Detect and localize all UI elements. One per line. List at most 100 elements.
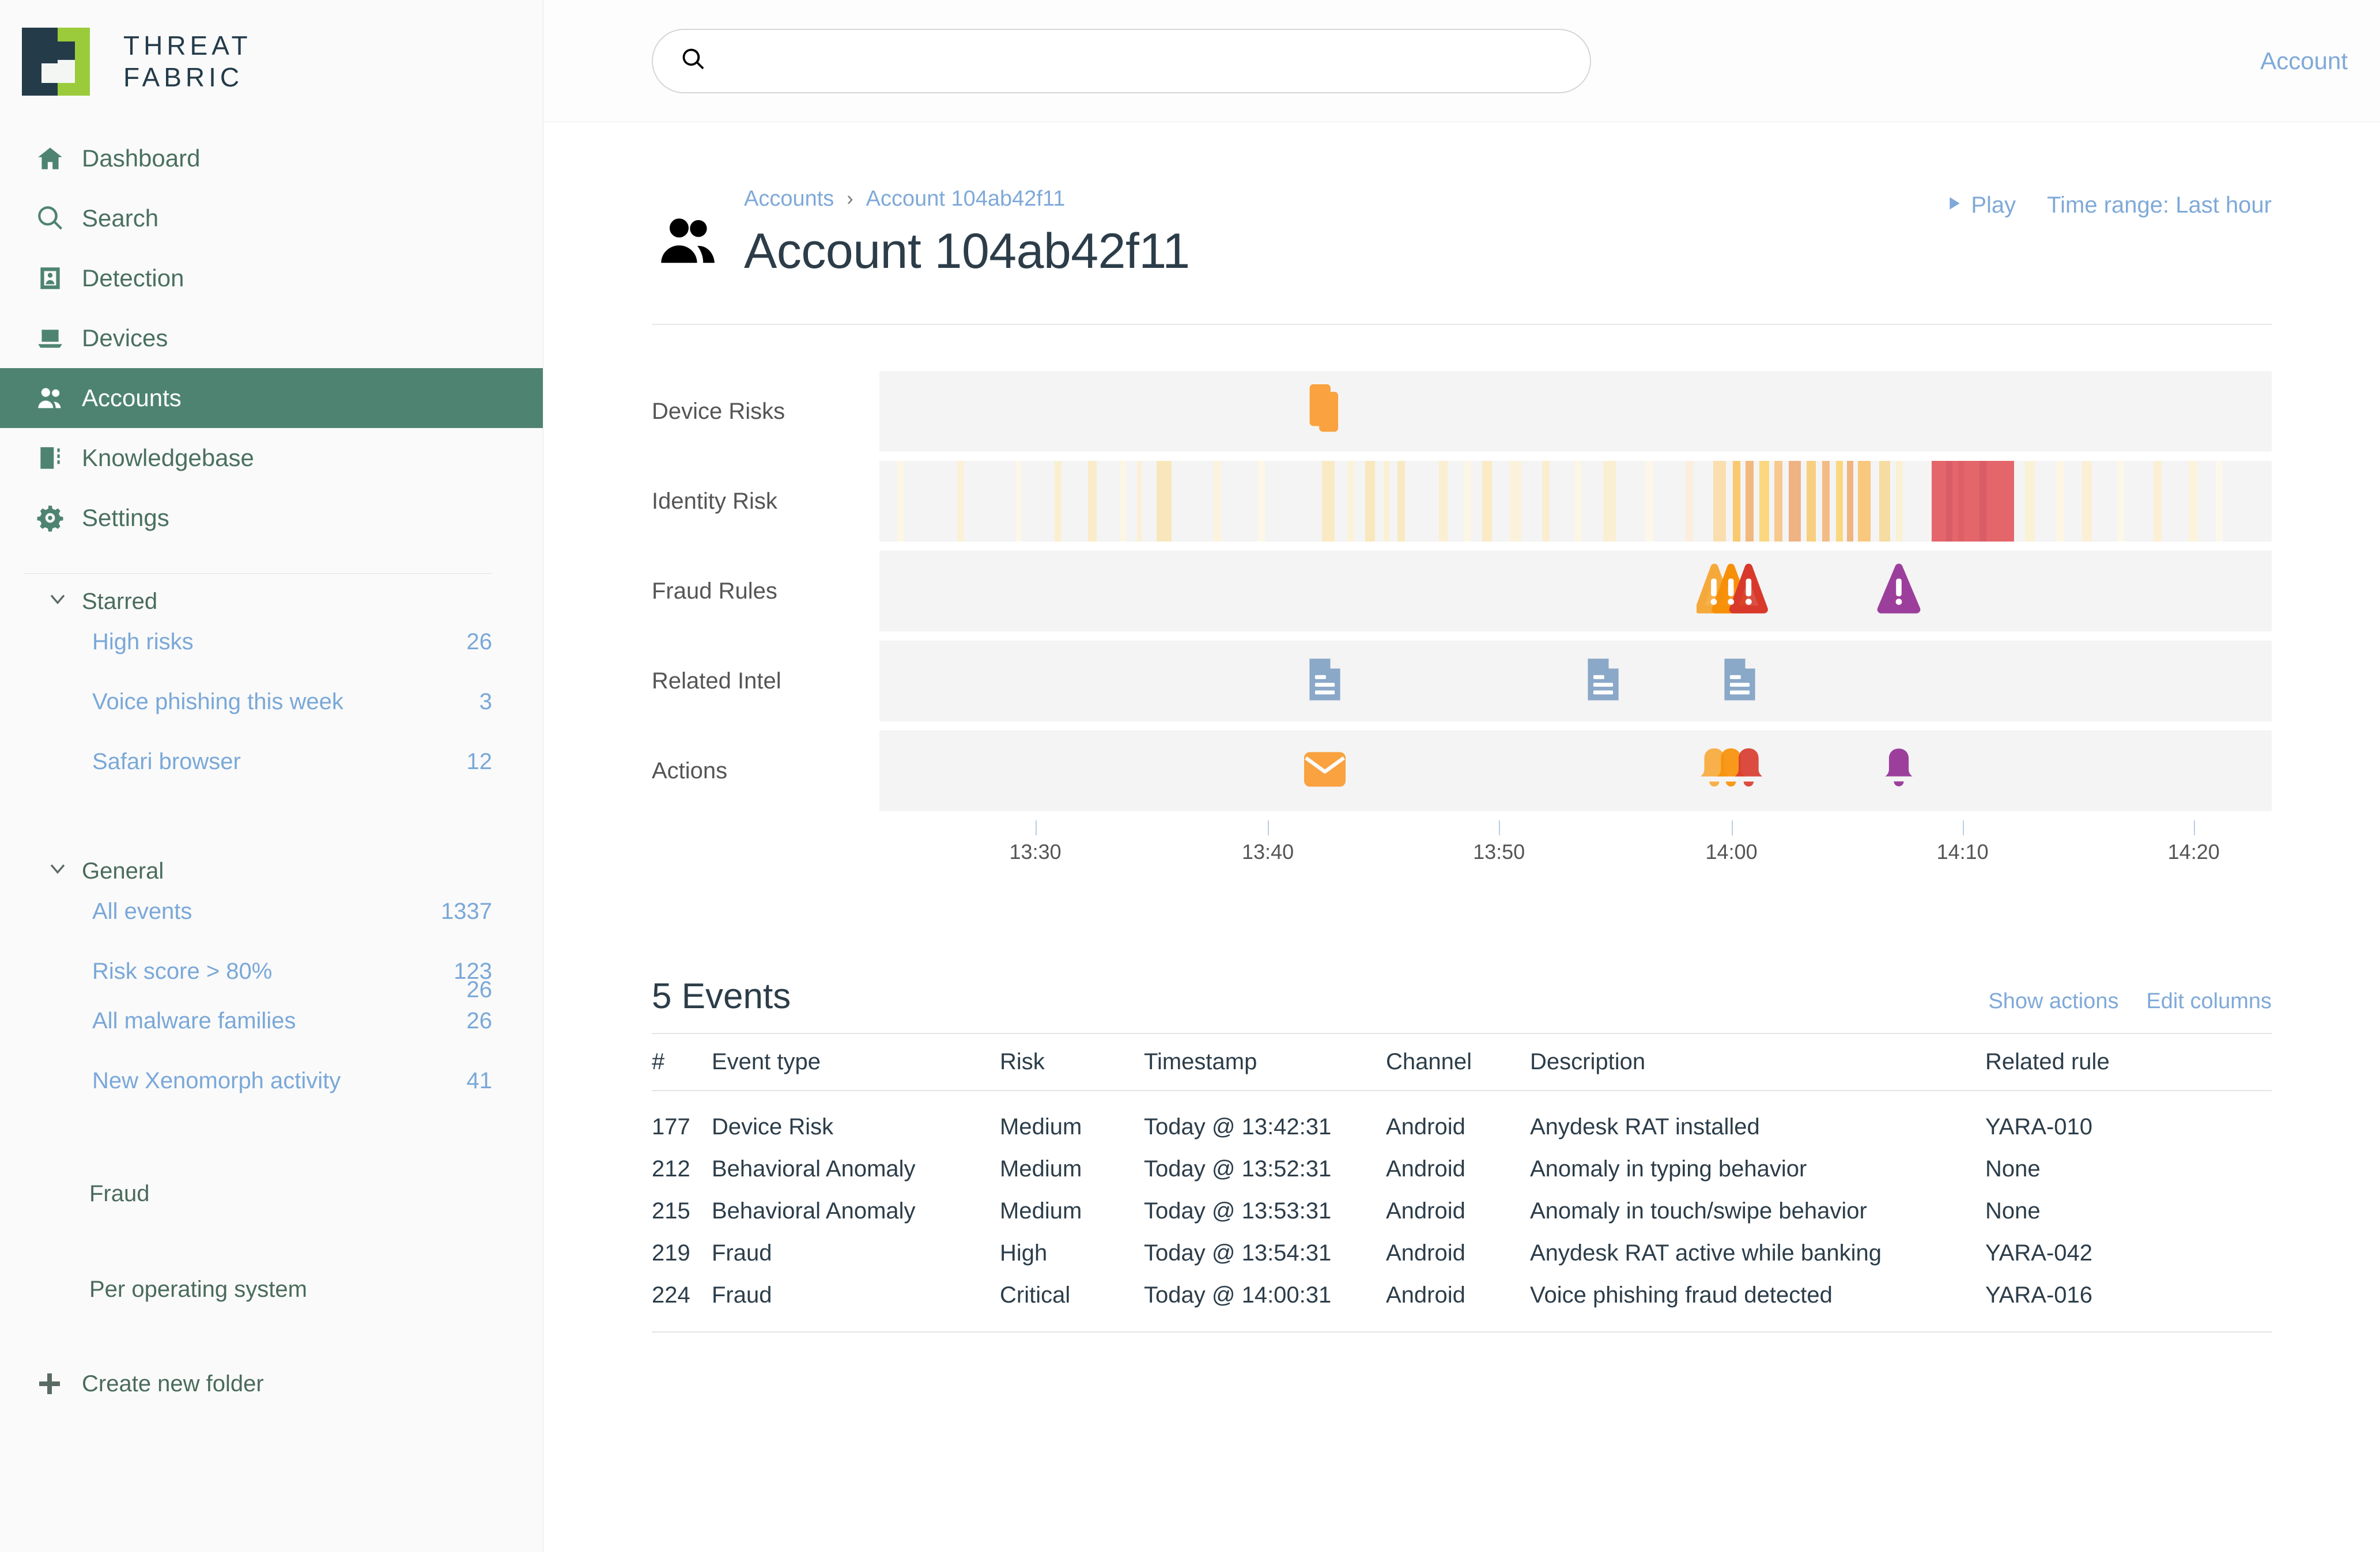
identity-risk-stripe — [1383, 461, 1390, 542]
envelope-icon[interactable] — [1304, 752, 1346, 790]
timeline-track[interactable] — [879, 551, 2272, 631]
brand-wordmark: THREAT FABRIC — [123, 30, 252, 93]
col-header-description[interactable]: Description — [1530, 1033, 1985, 1091]
bell-icon-group[interactable] — [1697, 746, 1783, 796]
app-root: THREAT FABRIC Dashboard Search Detection… — [0, 0, 2380, 1552]
folder-label: High risks — [92, 629, 194, 654]
sidebar-item-accounts[interactable]: Accounts — [0, 368, 543, 428]
sidebar-folder-new-xenomorph-activity[interactable]: New Xenomorph activity 41 — [0, 1068, 543, 1128]
identity-risk-stripe — [1136, 461, 1142, 542]
table-row[interactable]: 212 Behavioral Anomaly Medium Today @ 13:52… — [652, 1148, 2272, 1190]
timeline-track[interactable] — [879, 730, 2272, 811]
show-actions-button[interactable]: Show actions — [1988, 989, 2118, 1014]
cell-risk: Medium — [1000, 1198, 1082, 1224]
cell-related-rule[interactable]: YARA-016 — [1985, 1274, 2272, 1333]
timeline-track[interactable] — [879, 371, 2272, 452]
sidebar-folder-high-risks[interactable]: High risks 26 — [0, 629, 543, 689]
sidebar-label-detection: Detection — [82, 264, 184, 292]
cell-number[interactable]: 224 — [652, 1274, 712, 1333]
sidebar-group-fraud[interactable]: Fraud — [0, 1164, 543, 1224]
threatfabric-logo-icon — [22, 27, 107, 96]
sidebar-folder-all-events[interactable]: All events 1337 — [0, 899, 543, 959]
identity-risk-stripe — [2153, 461, 2162, 542]
identity-risk-stripe — [2056, 461, 2064, 542]
col-header-number[interactable]: # — [652, 1033, 712, 1091]
cell-number[interactable]: 177 — [652, 1091, 712, 1148]
cell-number[interactable]: 212 — [652, 1148, 712, 1190]
create-new-folder-button[interactable]: Create new folder — [0, 1354, 543, 1414]
edit-columns-button[interactable]: Edit columns — [2146, 989, 2272, 1014]
document-icon[interactable] — [1585, 658, 1621, 705]
cell-channel: Android — [1386, 1274, 1530, 1333]
cell-number[interactable]: 219 — [652, 1232, 712, 1274]
sidebar-folder-voice-phishing-this-week[interactable]: Voice phishing this week 3 — [0, 689, 543, 749]
identity-risk-stripe — [1365, 461, 1376, 542]
time-range-selector[interactable]: Time range: Last hour — [2047, 192, 2272, 218]
sidebar-item-dashboard[interactable]: Dashboard — [0, 128, 543, 188]
sidebar-group-label-general: General — [82, 858, 164, 884]
timeline-track[interactable] — [879, 641, 2272, 721]
col-header-related-rule[interactable]: Related rule — [1985, 1033, 2272, 1091]
timeline-row-actions: Actions — [652, 730, 2272, 811]
chevron-down-icon — [45, 586, 76, 617]
identity-risk-stripe — [1685, 461, 1694, 542]
identity-risk-stripe — [1258, 461, 1265, 542]
sidebar-folder-all-malware-families[interactable]: All malware families 26 — [0, 1008, 543, 1068]
timeline-row-label: Device Risks — [652, 398, 785, 424]
table-row[interactable]: 215 Behavioral Anomaly Medium Today @ 13:53… — [652, 1190, 2272, 1232]
axis-tick — [1962, 820, 1964, 835]
col-header-risk[interactable]: Risk — [1000, 1033, 1144, 1091]
col-header-timestamp[interactable]: Timestamp — [1144, 1033, 1386, 1091]
cell-description: Anomaly in typing behavior — [1530, 1156, 1807, 1182]
col-header-channel[interactable]: Channel — [1386, 1033, 1530, 1091]
folder-label: Risk score > 80% — [92, 959, 273, 984]
sidebar-folder-safari-browser[interactable]: Safari browser 12 — [0, 749, 543, 809]
activity-timeline: Device Risks Identity Risk Fraud Rules R… — [652, 371, 2272, 884]
cell-risk: Medium — [1000, 1156, 1082, 1182]
warning-triangle-icon-group[interactable] — [1695, 563, 1783, 619]
document-icon[interactable] — [1722, 658, 1758, 705]
search-input[interactable] — [721, 48, 1528, 74]
bell-icon[interactable] — [1877, 746, 1921, 796]
identity-risk-stripe — [1510, 461, 1521, 542]
cell-related-rule[interactable]: YARA-010 — [1985, 1091, 2272, 1148]
identity-risk-stripe — [1958, 461, 1965, 542]
identity-risk-stripe — [1322, 461, 1335, 542]
device-phone-icon[interactable] — [1306, 384, 1344, 439]
play-button[interactable]: Play — [1944, 192, 2016, 218]
identity-risk-stripe — [1574, 461, 1581, 542]
col-header-event-type[interactable]: Event type — [712, 1033, 1000, 1091]
cell-timestamp: Today @ 13:52:31 — [1144, 1156, 1332, 1182]
axis-tick — [1731, 820, 1733, 835]
account-menu-link[interactable]: Account — [2260, 47, 2348, 75]
sidebar-item-devices[interactable]: Devices — [0, 308, 543, 368]
main-area: Account Accounts › Account 104ab42f11 Ac… — [543, 0, 2380, 1552]
identity-risk-stripe — [957, 461, 965, 542]
identity-risk-heatmap[interactable] — [879, 461, 2272, 542]
brand-logo[interactable]: THREAT FABRIC — [0, 0, 543, 123]
sidebar-item-settings[interactable]: Settings — [0, 488, 543, 548]
chevron-down-icon — [45, 856, 76, 887]
events-table-body: 177 Device Risk Medium Today @ 13:42:31 Andr… — [652, 1091, 2272, 1333]
document-icon[interactable] — [1307, 658, 1343, 705]
global-search[interactable] — [652, 28, 1591, 93]
cell-event-type: Fraud — [712, 1240, 772, 1266]
cell-channel: Android — [1386, 1198, 1465, 1224]
table-row[interactable]: 177 Device Risk Medium Today @ 13:42:31 Andr… — [652, 1091, 2272, 1148]
table-row[interactable]: 224 Fraud Critical Today @ 14:00:31 Android V… — [652, 1274, 2272, 1333]
sidebar-item-search[interactable]: Search — [0, 188, 543, 248]
sidebar-item-detection[interactable]: Detection — [0, 248, 543, 308]
timeline-row-label: Related Intel — [652, 668, 781, 694]
cell-related-rule[interactable]: YARA-042 — [1985, 1232, 2272, 1274]
table-row[interactable]: 219 Fraud High Today @ 13:54:31 Android Anyde… — [652, 1232, 2272, 1274]
cell-timestamp: Today @ 14:00:31 — [1144, 1274, 1386, 1333]
sidebar-group-starred[interactable]: Starred — [0, 574, 543, 629]
breadcrumb-accounts[interactable]: Accounts — [744, 187, 834, 211]
warning-triangle-icon[interactable] — [1876, 563, 1921, 619]
sidebar-item-knowledgebase[interactable]: Knowledgebase — [0, 428, 543, 488]
sidebar-group-per-operating-system[interactable]: Per operating system — [0, 1259, 543, 1319]
axis-tick-label: 14:20 — [2167, 840, 2220, 864]
sidebar-group-general[interactable]: General — [0, 843, 543, 899]
breadcrumb-account-id[interactable]: Account 104ab42f11 — [866, 187, 1066, 211]
cell-number[interactable]: 215 — [652, 1190, 712, 1232]
